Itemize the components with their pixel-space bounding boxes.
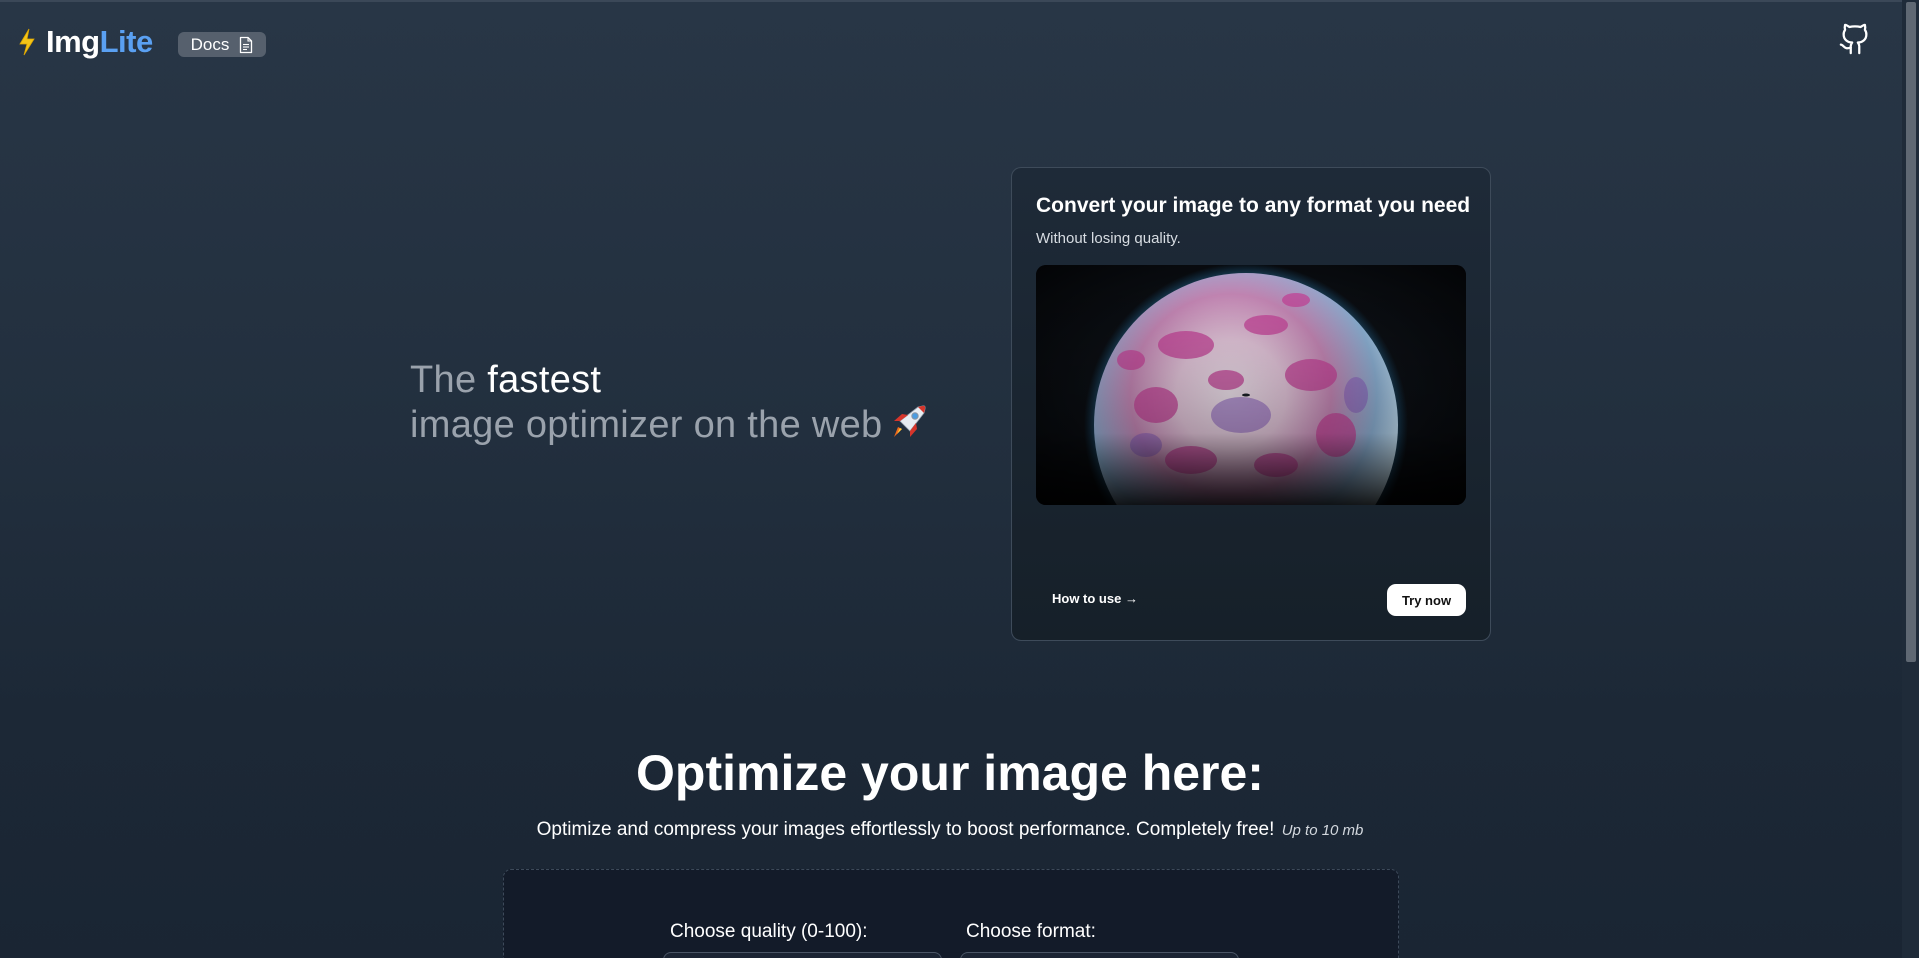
size-limit-note: Up to 10 mb [1281,822,1364,839]
card-title: Convert your image to any format you nee… [1036,194,1471,217]
hero-line-1: The fastest [410,360,930,401]
logo-text: ImgLite [46,24,153,60]
how-to-use-link[interactable]: How to use → [1052,591,1138,606]
try-now-button[interactable]: Try now [1387,584,1466,616]
site-header: ImgLite Docs [0,0,1900,88]
optimize-description-text: Optimize and compress your images effort… [536,819,1275,840]
hero-prefix: The [410,359,477,401]
quality-input[interactable] [663,952,942,958]
logo-part-img: Img [46,24,100,59]
upload-dropzone[interactable] [503,869,1399,958]
hero-line-2-text: image optimizer on the web [410,404,883,446]
optimize-description: Optimize and compress your images effort… [0,819,1900,841]
logo-link[interactable]: ImgLite [16,24,153,60]
logo-part-lite: Lite [99,24,154,59]
card-subtitle: Without losing quality. [1036,230,1181,247]
docs-label: Docs [190,34,230,54]
document-icon [240,36,253,53]
rocket-icon [894,405,926,437]
format-label: Choose format: [966,921,1096,942]
quality-label: Choose quality (0-100): [670,921,868,942]
feature-card: Convert your image to any format you nee… [1011,167,1491,641]
hero-highlight: fastest [487,359,602,401]
github-link[interactable] [1838,22,1872,56]
optimize-title: Optimize your image here: [636,745,1264,801]
card-image [1036,265,1466,505]
planet-illustration [1036,265,1466,505]
hero-line-2: image optimizer on the web [410,401,930,446]
page-scrollbar[interactable] [1902,0,1919,958]
github-icon [1839,23,1868,55]
hero-headline: The fastest image optimizer on the web [410,360,930,446]
scrollbar-thumb[interactable] [1906,2,1916,662]
format-select[interactable] [960,952,1239,958]
docs-button[interactable]: Docs [178,32,266,57]
lightning-icon [19,28,35,56]
